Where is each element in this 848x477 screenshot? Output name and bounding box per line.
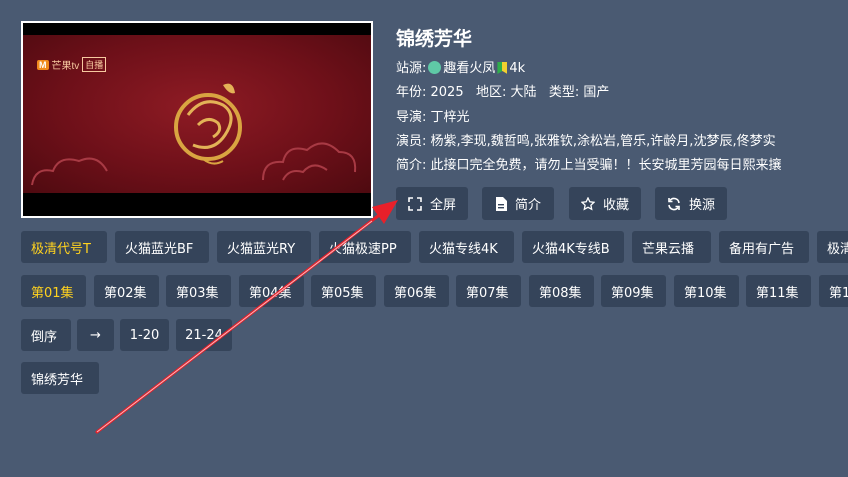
switch-source-button[interactable]: 换源	[655, 187, 727, 220]
source-chip[interactable]: 极清代号T	[21, 231, 107, 263]
cloud-pattern-icon	[262, 142, 357, 181]
range-chip[interactable]: 21-24	[176, 319, 232, 351]
video-frame: M 芒果tv 自播	[23, 35, 371, 193]
switch-source-label: 换源	[688, 198, 715, 213]
director-line: 导演: 丁梓光	[396, 110, 470, 125]
episode-chip[interactable]: 第04集	[239, 275, 304, 307]
star-icon	[580, 196, 595, 211]
document-icon	[495, 196, 507, 211]
cast-line: 演员: 杨紫,李现,魏哲鸣,张雅钦,涂松岩,管乐,许龄月,沈梦辰,佟梦实	[396, 134, 776, 149]
source-quality-tag: 4k	[509, 61, 526, 76]
episode-chip[interactable]: 第09集	[601, 275, 666, 307]
source-chip[interactable]: 火猫4K专线B	[522, 231, 624, 263]
episode-chip[interactable]: 第02集	[94, 275, 159, 307]
range-chip[interactable]: 1-20	[120, 319, 169, 351]
source-label: 站源:	[396, 61, 427, 76]
video-title: 锦绣芳华	[396, 28, 473, 50]
source-chip[interactable]: 备用有广告	[719, 231, 809, 263]
episode-chip[interactable]: 第03集	[166, 275, 231, 307]
episode-chip[interactable]: 第01集	[21, 275, 86, 307]
logo-live-badge: 自播	[82, 57, 107, 72]
fullscreen-icon	[408, 196, 422, 211]
refresh-icon	[668, 197, 680, 210]
meta-line: 年份: 2025 地区: 大陆 类型: 国产	[396, 85, 610, 100]
synopsis-button[interactable]: 简介	[482, 187, 554, 220]
video-player[interactable]: M 芒果tv 自播	[21, 21, 373, 218]
source-name: 趣看火凤	[443, 61, 496, 76]
source-line: 站源: 趣看火凤 4k	[396, 57, 525, 76]
cloud-pattern-icon	[31, 157, 108, 186]
source-chip[interactable]: 芒果云播	[632, 231, 711, 263]
mango-logo-icon: M	[37, 59, 49, 70]
source-app-icon	[428, 61, 442, 74]
source-chip[interactable]: 火猫专线4K	[419, 231, 514, 263]
source-chip[interactable]: 极清	[817, 231, 848, 263]
episode-chip[interactable]: 第07集	[456, 275, 521, 307]
favorite-button[interactable]: 收藏	[569, 187, 641, 220]
logo-text: 芒果tv	[51, 61, 80, 72]
fullscreen-button[interactable]: 全屏	[396, 187, 468, 220]
reverse-order-button[interactable]: 倒序	[21, 319, 71, 351]
summary-line: 简介: 此接口完全免费，请勿上当受骗！！长安城里芳园每日熙来攘	[396, 158, 782, 173]
beginner-badge-icon	[497, 62, 508, 74]
source-chip[interactable]: 火猫蓝光RY	[217, 231, 311, 263]
episode-chip[interactable]: 第08集	[529, 275, 594, 307]
favorite-label: 收藏	[602, 198, 629, 213]
episode-chip[interactable]: 第06集	[384, 275, 449, 307]
episode-chip[interactable]: 第11集	[746, 275, 811, 307]
episode-chip[interactable]: 第10集	[674, 275, 739, 307]
source-chip[interactable]: 火猫极速PP	[319, 231, 411, 263]
phoenix-emblem-icon	[174, 83, 242, 165]
synopsis-label: 简介	[514, 198, 541, 213]
source-chip[interactable]: 火猫蓝光BF	[115, 231, 209, 263]
episode-chip[interactable]: 第05集	[311, 275, 376, 307]
arrow-right-icon[interactable]: →	[77, 319, 114, 351]
related-video-chip[interactable]: 锦绣芳华	[21, 362, 99, 394]
episode-chip[interactable]: 第1	[819, 275, 848, 307]
fullscreen-label: 全屏	[429, 198, 456, 213]
channel-logo: M 芒果tv 自播	[37, 57, 107, 72]
